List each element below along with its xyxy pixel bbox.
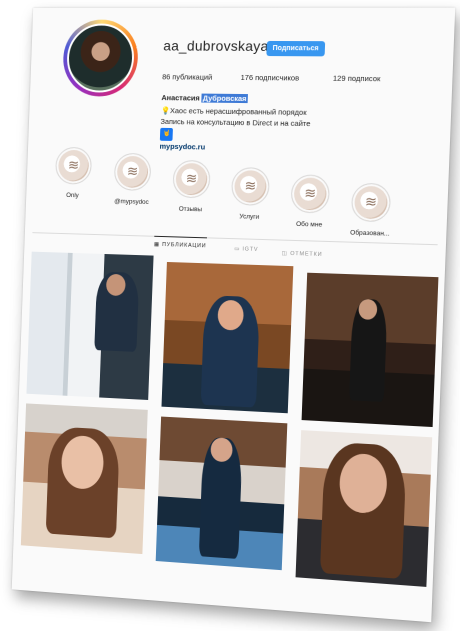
posts-grid [16,251,443,614]
highlight-cover[interactable] [290,174,331,214]
follow-button[interactable]: Подписаться [266,40,325,57]
followers-count[interactable]: 176 подписчиков [240,73,299,83]
story-ring[interactable] [61,19,140,97]
highlight-label: Услуги [239,213,260,221]
post-thumbnail[interactable] [26,251,154,400]
profile-username: aa_dubrovskaya [163,37,269,55]
post-thumbnail[interactable] [295,430,433,587]
following-count[interactable]: 129 подписок [333,74,381,84]
highlight-cover[interactable] [172,159,211,199]
avatar[interactable] [65,23,136,93]
profile-stats: 86 публикаций 176 подписчиков 129 подпис… [162,72,402,83]
tab-posts[interactable]: ▦ ПУБЛИКАЦИИ [153,235,207,250]
highlight-label: Образован... [349,229,390,238]
highlight-item[interactable]: Услуги [220,167,280,222]
highlight-cover[interactable] [230,167,271,206]
bio-badge: 🤘 [159,127,174,141]
profile-fullname: Анастасия Дубровская [161,93,248,104]
post-thumbnail[interactable] [161,261,294,414]
post-thumbnail[interactable] [20,403,148,555]
post-thumbnail[interactable] [301,272,439,428]
highlight-label: Отзывы [178,205,203,214]
highlight-cover[interactable] [350,182,392,223]
fullname-last: Дубровская [201,93,248,104]
highlight-label: Only [65,192,79,200]
tab-igtv[interactable]: ▭ IGTV [234,246,258,253]
highlight-label: @mypsydoc [114,198,149,206]
bio-line-1: Хаос есть нерасшифрованный порядок [169,106,307,117]
highlight-item[interactable]: Отзывы [162,159,221,214]
tab-tagged[interactable]: ◫ ОТМЕТКИ [282,251,323,258]
highlight-cover[interactable] [54,146,93,185]
highlight-item[interactable]: @mypsydoc [104,152,162,207]
fullname-first: Анастасия [161,93,200,103]
highlight-item[interactable]: Образован... [340,182,402,238]
profile-page: aa_dubrovskaya Подписаться 86 публикаций… [11,7,456,623]
posts-count: 86 публикаций [162,72,213,82]
post-thumbnail[interactable] [155,416,288,571]
highlight-cover[interactable] [113,152,152,192]
highlight-label: Обо мне [295,220,323,229]
highlight-item[interactable]: Обо мне [280,174,341,229]
highlight-item[interactable]: Only [45,146,102,200]
story-highlights: Only @mypsydoc Отзывы Услуги Обо мне Обр… [44,146,422,238]
